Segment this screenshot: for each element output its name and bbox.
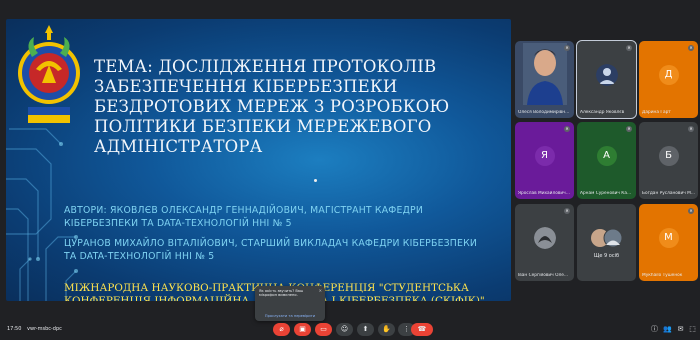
meeting-code: vwr-msbc-dpc (27, 326, 62, 332)
participant-avatar: М (658, 228, 679, 248)
more-participants-label: Ще 9 осіб (593, 253, 620, 259)
hand-icon: ✋ (382, 325, 391, 333)
leave-call-button[interactable]: ☎ (411, 323, 433, 336)
chat-icon[interactable]: ✉ (676, 325, 685, 334)
participant-tile[interactable]: Д ✕ Дарина Гарт (639, 41, 698, 118)
mic-off-icon: ✕ (688, 45, 694, 51)
mic-off-icon: ✕ (564, 126, 570, 132)
participant-name: Арнам Суренович Ка... (580, 191, 632, 196)
emoji-icon: ☺ (340, 325, 349, 333)
participant-avatar (595, 64, 618, 86)
author-line-1: Автори: Яковлєв Олександр Геннадійович, … (64, 205, 423, 229)
participant-name: Ярослав Михайлович ... (518, 191, 571, 196)
camera-off-icon: ▣ (299, 325, 306, 333)
group-avatars (591, 228, 623, 248)
close-icon[interactable]: ✕ (319, 288, 322, 293)
participant-avatar (533, 227, 556, 249)
participant-tile[interactable]: Б ✕ Богдан Русланович М... (639, 122, 698, 199)
mic-off-icon: ✕ (626, 45, 632, 51)
mouse-pointer (314, 179, 317, 182)
popup-question: Як якість звучить? Ваш мікрофон вимкнено… (259, 289, 304, 298)
audio-check-popup: ✕ Як якість звучить? Ваш мікрофон вимкне… (255, 286, 325, 321)
mic-toggle-button[interactable]: ⌀ (273, 323, 290, 336)
slide-title: ТЕМА: ДОСЛІДЖЕННЯ ПРОТОКОЛІВ ЗАБЕЗПЕЧЕНН… (94, 57, 450, 156)
participant-avatar: Я (534, 146, 555, 166)
meet-window: ТЕМА: ДОСЛІДЖЕННЯ ПРОТОКОЛІВ ЗАБЕЗПЕЧЕНН… (0, 0, 700, 340)
mic-off-icon: ✕ (688, 126, 694, 132)
slide-authors: Автори: Яковлєв Олександр Геннадійович, … (64, 204, 484, 270)
more-participants-tile[interactable]: Ще 9 осіб (577, 204, 636, 281)
participant-tile[interactable]: ✕ Іван Сергійович Оле... (515, 204, 574, 281)
caption-button[interactable]: ▭ (315, 323, 332, 336)
emoji-button[interactable]: ☺ (336, 323, 353, 336)
activities-icon[interactable]: ⬚ (688, 325, 697, 334)
participant-tile[interactable]: Я ✕ Ярослав Михайлович ... (515, 122, 574, 199)
participant-tile[interactable]: М ✕ Мукhailo Тушенок (639, 204, 698, 281)
mic-off-icon: ⌀ (279, 325, 284, 333)
mic-off-icon: ✕ (564, 208, 570, 214)
mic-off-icon: ✕ (564, 45, 570, 51)
participant-avatar: Д (658, 65, 679, 85)
author-line-2: Цуранов Михайло Віталійович, старший вик… (64, 238, 478, 262)
presentation-slide: ТЕМА: ДОСЛІДЖЕННЯ ПРОТОКОЛІВ ЗАБЕЗПЕЧЕНН… (6, 19, 511, 301)
participant-avatar: Б (658, 146, 679, 166)
participant-video (523, 43, 567, 105)
participant-name: Олеся Володимирівна Юр... (518, 110, 571, 115)
raise-hand-button[interactable]: ✋ (378, 323, 395, 336)
participant-name: Александр Яковлєв (580, 110, 625, 115)
participant-tile[interactable]: ✕ Олеся Володимирівна Юр... (515, 41, 574, 118)
phone-end-icon: ☎ (417, 325, 427, 333)
present-icon: ⬆ (362, 325, 369, 333)
info-icon[interactable]: ⓘ (650, 325, 659, 334)
people-icon[interactable]: 👥 (663, 325, 672, 334)
mic-off-icon: ✕ (626, 126, 632, 132)
clock: 17:50 (7, 326, 22, 332)
camera-toggle-button[interactable]: ▣ (294, 323, 311, 336)
meeting-info: 17:50 vwr-msbc-dpc (7, 326, 66, 332)
participant-tile[interactable]: ✕ Александр Яковлєв (576, 40, 637, 119)
more-vert-icon: ⋮ (403, 325, 410, 333)
participant-tile[interactable]: А ✕ Арнам Суренович Ка... (577, 122, 636, 199)
participant-name: Мукhailo Тушенок (642, 273, 683, 278)
mic-off-icon: ✕ (688, 208, 694, 214)
participant-name: Богдан Русланович М... (642, 191, 695, 196)
captions-icon: ▭ (320, 325, 327, 333)
participant-name: Дарина Гарт (642, 110, 671, 115)
participant-avatar: А (596, 146, 617, 166)
popup-action-link[interactable]: Прослухати та перевірити (261, 314, 319, 318)
present-button[interactable]: ⬆ (357, 323, 374, 336)
university-crest-icon (18, 25, 80, 123)
participant-name: Іван Сергійович Оле... (518, 273, 568, 278)
